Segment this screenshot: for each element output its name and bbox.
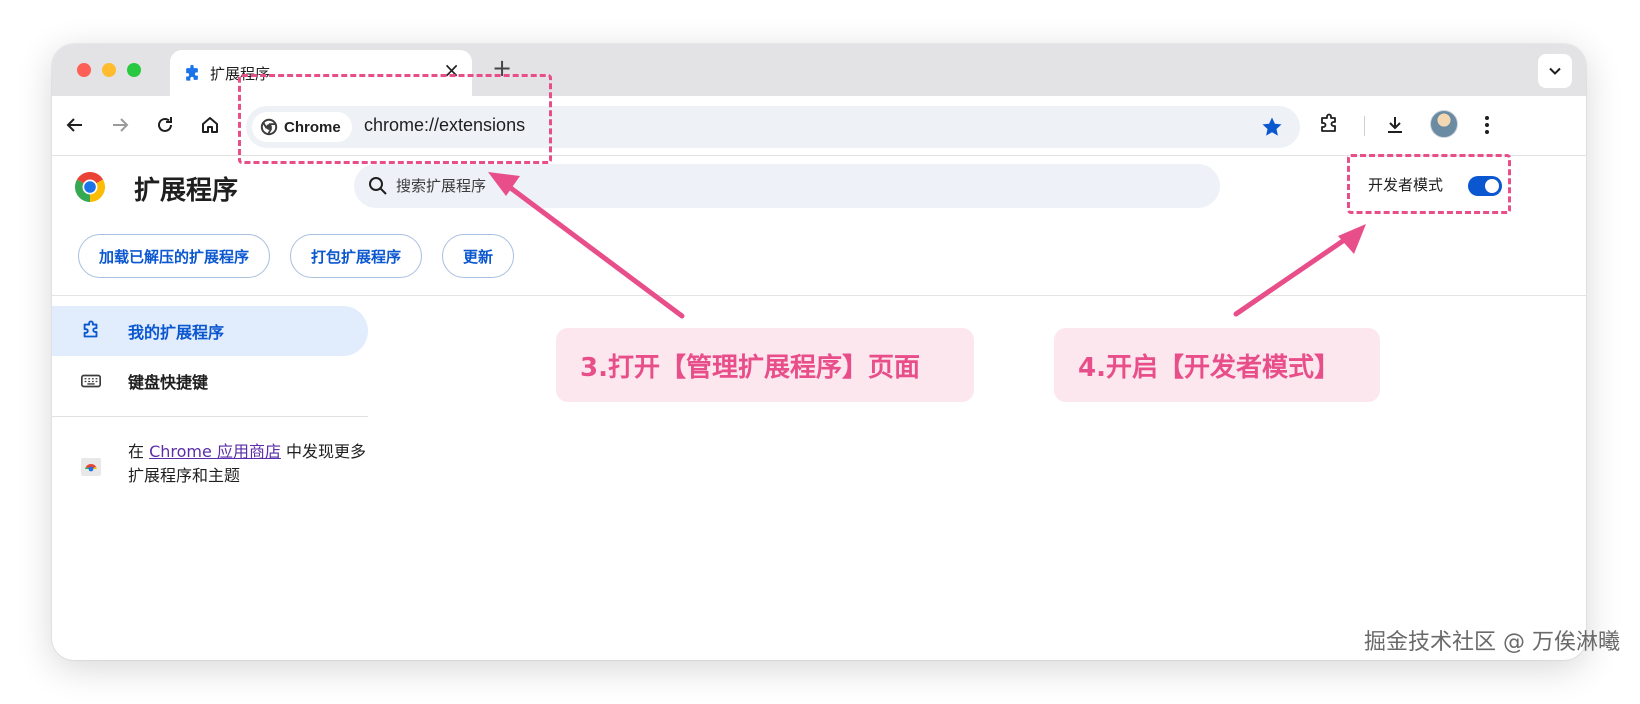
sidebar-item-shortcuts[interactable]: 键盘快捷键 — [52, 356, 368, 406]
home-icon — [202, 117, 218, 133]
web-store-icon — [81, 458, 101, 476]
close-window-button[interactable] — [77, 63, 91, 77]
bookmark-star-icon[interactable] — [1260, 115, 1284, 139]
sidebar: 我的扩展程序 键盘快捷键 在 Chrome 应用商店 中发现更多扩展程序和主题 — [52, 296, 368, 660]
search-icon — [369, 177, 387, 195]
more-vert-icon — [1485, 116, 1489, 134]
more-menu-button[interactable] — [1472, 110, 1502, 140]
minimize-window-button[interactable] — [102, 63, 116, 77]
callout-step-3: 3.打开【管理扩展程序】页面 — [556, 328, 974, 402]
puzzle-outline-icon — [83, 320, 98, 338]
keyboard-icon — [81, 374, 101, 388]
sidebar-item-my-extensions[interactable]: 我的扩展程序 — [52, 306, 368, 356]
search-input[interactable] — [396, 164, 1196, 208]
tab-search-button[interactable] — [1538, 54, 1572, 88]
zoom-window-button[interactable] — [127, 63, 141, 77]
action-buttons: 加载已解压的扩展程序 打包扩展程序 更新 — [78, 234, 515, 278]
reload-button[interactable] — [150, 110, 180, 140]
sidebar-item-label: 键盘快捷键 — [128, 373, 209, 392]
callout-step-4: 4.开启【开发者模式】 — [1054, 328, 1380, 402]
home-button[interactable] — [195, 110, 225, 140]
web-store-link[interactable]: Chrome 应用商店 — [149, 442, 281, 461]
arrow-right-icon — [113, 118, 129, 132]
puzzle-icon — [186, 64, 198, 81]
page-title: 扩展程序 — [134, 176, 239, 206]
load-unpacked-button[interactable]: 加载已解压的扩展程序 — [78, 234, 271, 278]
chevron-down-icon — [1549, 67, 1561, 75]
downloads-button[interactable] — [1380, 110, 1410, 140]
pack-extension-button[interactable]: 打包扩展程序 — [290, 234, 423, 278]
download-icon — [1388, 117, 1402, 133]
back-button[interactable] — [60, 110, 90, 140]
toolbar-divider — [1364, 116, 1365, 136]
update-button[interactable]: 更新 — [442, 234, 515, 278]
sidebar-item-label: 我的扩展程序 — [128, 323, 225, 342]
watermark: 掘金技术社区 @ 万俟淋曦 — [1364, 630, 1620, 655]
profile-avatar[interactable] — [1430, 110, 1458, 138]
chrome-logo-icon — [74, 172, 106, 202]
reload-icon — [158, 117, 172, 132]
puzzle-outline-icon — [1321, 113, 1336, 132]
search-box[interactable] — [354, 164, 1220, 208]
dev-mode-highlight — [1347, 154, 1511, 214]
store-prefix-text: 在 — [128, 442, 150, 461]
sidebar-divider — [52, 416, 368, 417]
arrow-left-icon — [66, 118, 82, 132]
extensions-menu-button[interactable] — [1314, 110, 1344, 140]
web-store-promo: 在 Chrome 应用商店 中发现更多扩展程序和主题 — [128, 440, 368, 488]
forward-button[interactable] — [105, 110, 135, 140]
address-bar-highlight — [238, 74, 552, 164]
